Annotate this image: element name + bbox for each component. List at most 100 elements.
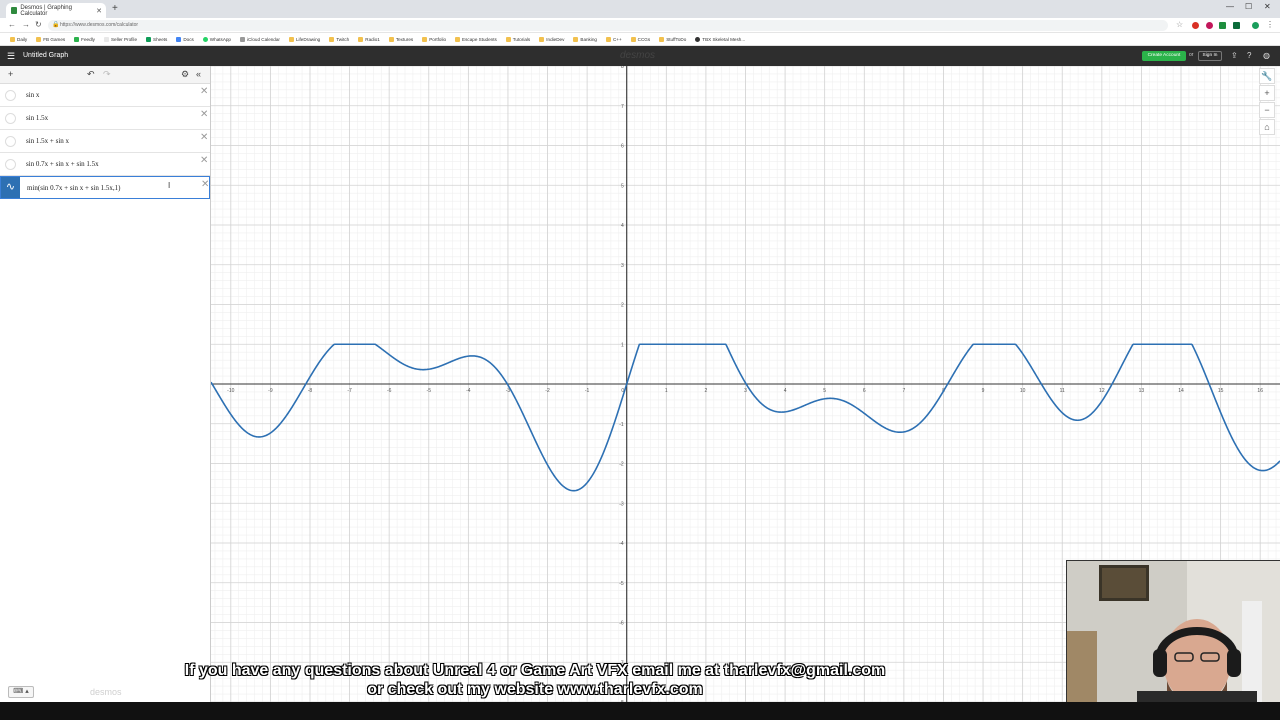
settings-gear-icon[interactable]: ⚙ (181, 69, 189, 80)
keyboard-toggle-button[interactable]: ⌨ ▴ (8, 686, 34, 698)
desmos-logo: desmos (620, 50, 656, 61)
y-tick-label: 8 (621, 66, 624, 70)
reload-icon[interactable]: ↻ (35, 20, 42, 29)
browser-tab-bar: Desmos | Graphing Calculator ✕ + — ☐ ✕ (0, 0, 1280, 18)
zoom-out-icon[interactable]: − (1259, 102, 1275, 118)
bookmark-item[interactable]: CCGs (630, 36, 650, 42)
bookmark-item[interactable]: LifeDrawing (288, 36, 320, 42)
graph-style-wave-icon[interactable]: ∿ (1, 177, 20, 198)
expression-color-toggle[interactable] (5, 136, 16, 147)
extension-icon[interactable] (1206, 22, 1213, 29)
expression-math[interactable]: sin x (26, 91, 39, 99)
close-window-icon[interactable]: ✕ (1264, 2, 1271, 11)
expression-row[interactable]: sin 1.5x ✕ (0, 107, 210, 130)
share-icon[interactable]: ⇪ (1231, 51, 1238, 60)
expression-panel: + ↶ ↷ ⚙ « sin x ✕ sin 1.5x ✕ sin 1.5x + … (0, 66, 211, 702)
url-text: https://www.desmos.com/calculator (60, 22, 139, 28)
maximize-icon[interactable]: ☐ (1245, 2, 1252, 11)
folder-icon (10, 36, 15, 42)
extension-icon[interactable] (1192, 22, 1199, 29)
bookmark-item[interactable]: IndieDev (539, 36, 564, 42)
bookmark-item[interactable]: Feedly (74, 36, 95, 42)
x-tick-label: -5 (427, 388, 432, 394)
new-tab-icon[interactable]: + (112, 3, 118, 14)
site-icon (695, 36, 701, 42)
bookmark-item[interactable]: Sheets (146, 36, 167, 42)
webcam-person-image (1067, 561, 1280, 702)
expression-math[interactable]: sin 1.5x (26, 114, 48, 122)
bookmark-item[interactable]: Portfolio (422, 36, 446, 42)
back-icon[interactable]: ← (8, 20, 16, 29)
text-cursor-icon: I (168, 181, 171, 190)
bookmark-item[interactable]: C++ (605, 36, 622, 42)
feedly-icon (74, 36, 80, 42)
add-item-icon[interactable]: + (8, 69, 13, 79)
video-bottom-bar (0, 702, 1280, 720)
redo-icon[interactable]: ↷ (103, 69, 111, 80)
undo-icon[interactable]: ↶ (87, 69, 95, 80)
x-tick-label: 12 (1099, 388, 1105, 394)
bookmark-item[interactable]: Textures (388, 36, 413, 42)
x-tick-label: -10 (227, 388, 234, 394)
page-icon (103, 36, 109, 42)
folder-icon (36, 36, 42, 42)
bookmark-item[interactable]: Daily (10, 36, 27, 42)
bookmark-item[interactable]: StuffToDo (659, 36, 686, 42)
delete-expression-icon[interactable]: ✕ (201, 179, 209, 190)
expression-row[interactable]: sin 1.5x + sin x ✕ (0, 130, 210, 153)
browser-tab[interactable]: Desmos | Graphing Calculator ✕ (6, 3, 106, 18)
expression-math[interactable]: min(sin 0.7x + sin x + sin 1.5x,1) (27, 184, 120, 192)
bookmark-item[interactable]: FB Games (36, 36, 65, 42)
url-field[interactable]: 🔒 https://www.desmos.com/calculator (48, 20, 1168, 31)
expression-row[interactable]: sin x ✕ (0, 84, 210, 107)
help-icon[interactable]: ? (1247, 51, 1251, 60)
profile-avatar-icon[interactable] (1252, 22, 1259, 29)
expression-math[interactable]: sin 0.7x + sin x + sin 1.5x (26, 160, 99, 168)
hamburger-menu-icon[interactable]: ☰ (7, 51, 15, 62)
delete-expression-icon[interactable]: ✕ (200, 155, 208, 166)
folder-icon (630, 36, 636, 42)
home-view-icon[interactable]: ⌂ (1259, 119, 1275, 135)
bookmark-item[interactable]: Seller Profile (103, 36, 137, 42)
expression-row[interactable]: sin 0.7x + sin x + sin 1.5x ✕ (0, 153, 210, 176)
bookmark-item[interactable]: Escape Students (455, 36, 497, 42)
close-tab-icon[interactable]: ✕ (96, 7, 102, 15)
bookmark-item[interactable]: Radio1 (358, 36, 380, 42)
y-tick-label: -2 (619, 462, 624, 468)
bookmark-item[interactable]: Banking (573, 36, 597, 42)
x-tick-label: 7 (902, 388, 905, 394)
browser-menu-icon[interactable]: ⋮ (1266, 20, 1274, 29)
expression-color-toggle[interactable] (5, 159, 16, 170)
language-globe-icon[interactable]: ◍ (1263, 51, 1270, 60)
expression-math[interactable]: sin 1.5x + sin x (26, 137, 69, 145)
sign-in-button[interactable]: Sign In (1198, 51, 1222, 61)
delete-expression-icon[interactable]: ✕ (200, 86, 208, 97)
extension-icon[interactable] (1219, 22, 1226, 29)
bookmark-item[interactable]: WhatsApp (202, 36, 231, 42)
expression-row-active[interactable]: ∿ min(sin 0.7x + sin x + sin 1.5x,1) I ✕ (0, 176, 210, 199)
minimize-icon[interactable]: — (1226, 2, 1234, 11)
folder-icon (539, 36, 545, 42)
bookmark-item[interactable]: Docs (176, 36, 194, 42)
delete-expression-icon[interactable]: ✕ (200, 132, 208, 143)
create-account-button[interactable]: Create Account (1142, 51, 1186, 61)
bookmark-item[interactable]: Twitch (329, 36, 349, 42)
expression-color-toggle[interactable] (5, 90, 16, 101)
bookmark-item[interactable]: iCloud Calendar (240, 36, 280, 42)
graph-title[interactable]: Untitled Graph (23, 52, 68, 59)
x-tick-label: 9 (982, 388, 985, 394)
bookmark-item[interactable]: TBX Skeletal Mesh... (695, 36, 745, 42)
delete-expression-icon[interactable]: ✕ (200, 109, 208, 120)
expression-color-toggle[interactable] (5, 113, 16, 124)
bookmark-star-icon[interactable]: ☆ (1176, 20, 1183, 29)
y-tick-label: -1 (619, 422, 624, 428)
address-bar-row: ← → ↻ 🔒 https://www.desmos.com/calculato… (0, 18, 1280, 33)
bookmark-item[interactable]: Tutorials (505, 36, 530, 42)
zoom-in-icon[interactable]: + (1259, 85, 1275, 101)
extension-icon[interactable] (1233, 22, 1240, 29)
collapse-panel-icon[interactable]: « (196, 69, 201, 79)
forward-icon[interactable]: → (22, 20, 30, 29)
wrench-settings-icon[interactable]: 🔧 (1259, 68, 1275, 84)
video-caption: If you have any questions about Unreal 4… (100, 661, 970, 699)
y-tick-label: 1 (621, 342, 624, 348)
